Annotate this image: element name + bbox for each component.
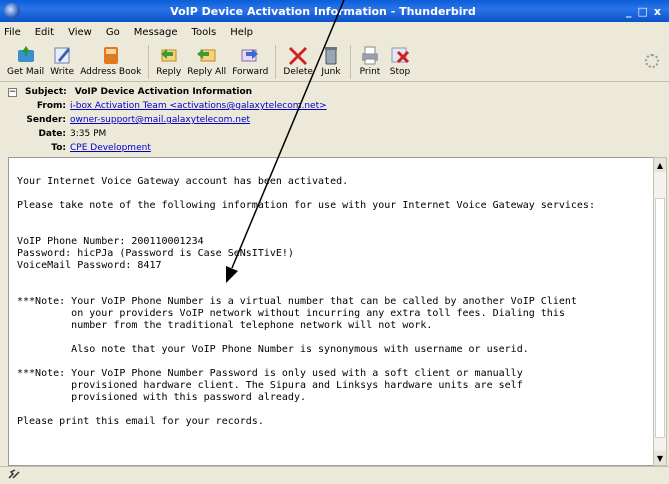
maximize-button[interactable]: □	[637, 5, 647, 18]
stop-icon	[388, 44, 412, 66]
scrollbar-thumb[interactable]	[655, 198, 665, 438]
message-body-text: Your Internet Voice Gateway account has …	[17, 176, 595, 427]
window-controls: _ □ x	[626, 5, 661, 18]
subject-value: VoIP Device Activation Information	[74, 87, 253, 97]
junk-button[interactable]: Junk	[316, 42, 346, 82]
print-button[interactable]: Print	[355, 42, 385, 82]
to-label: To:	[51, 143, 66, 153]
junk-label: Junk	[321, 67, 341, 77]
address-book-icon	[99, 44, 123, 66]
reply-all-icon	[195, 44, 219, 66]
forward-icon	[238, 44, 262, 66]
sender-row: Sender: owner-support@mail.galaxytelecom…	[0, 113, 669, 127]
collapse-header-toggle[interactable]: −	[8, 87, 17, 97]
message-body-pane[interactable]: Your Internet Voice Gateway account has …	[8, 157, 653, 466]
from-label: From:	[36, 101, 66, 111]
menu-edit[interactable]: Edit	[35, 27, 54, 38]
address-book-button[interactable]: Address Book	[77, 42, 144, 82]
scroll-up-button[interactable]: ▲	[654, 158, 666, 172]
print-icon	[358, 44, 382, 66]
sender-label: Sender:	[26, 115, 66, 125]
activity-throbber-icon	[645, 54, 659, 68]
stop-label: Stop	[389, 67, 411, 77]
reply-all-label: Reply All	[187, 67, 227, 77]
delete-label: Delete	[283, 67, 313, 77]
get-mail-button[interactable]: Get Mail	[4, 42, 47, 82]
menu-view[interactable]: View	[68, 27, 92, 38]
address-book-label: Address Book	[80, 67, 142, 77]
date-row: Date: 3:35 PM	[0, 127, 669, 141]
junk-icon	[319, 44, 343, 66]
print-label: Print	[359, 67, 381, 77]
write-button[interactable]: Write	[47, 42, 77, 82]
thunderbird-icon	[4, 3, 20, 19]
main-toolbar: Get Mail Write Address Book Reply Reply …	[0, 42, 669, 82]
menu-go[interactable]: Go	[106, 27, 120, 38]
forward-button[interactable]: Forward	[229, 42, 271, 82]
forward-label: Forward	[232, 67, 269, 77]
reply-button[interactable]: Reply	[153, 42, 184, 82]
vertical-scrollbar[interactable]: ▲ ▼	[653, 157, 667, 466]
message-header-pane: − Subject: VoIP Device Activation Inform…	[0, 83, 669, 157]
date-value: 3:35 PM	[70, 129, 107, 139]
to-row: To: CPE Development	[0, 141, 669, 155]
to-link[interactable]: CPE Development	[70, 143, 151, 153]
menu-message[interactable]: Message	[134, 27, 178, 38]
stop-button[interactable]: Stop	[385, 42, 415, 82]
toolbar-separator	[349, 45, 351, 79]
title-bar: VoIP Device Activation Information - Thu…	[0, 0, 669, 22]
from-row: From: i-box Activation Team <activations…	[0, 99, 669, 113]
delete-button[interactable]: Delete	[280, 42, 316, 82]
reply-all-button[interactable]: Reply All	[184, 42, 229, 82]
minimize-button[interactable]: _	[626, 5, 632, 18]
window-title: VoIP Device Activation Information - Thu…	[170, 4, 476, 18]
close-button[interactable]: x	[654, 5, 661, 18]
status-bar	[0, 466, 669, 484]
scroll-down-button[interactable]: ▼	[654, 451, 666, 465]
menu-bar: File Edit View Go Message Tools Help	[0, 22, 669, 42]
toolbar-separator	[275, 45, 277, 79]
write-icon	[50, 44, 74, 66]
menu-file[interactable]: File	[4, 27, 21, 38]
delete-icon	[286, 44, 310, 66]
reply-label: Reply	[156, 67, 182, 77]
toolbar-separator	[148, 45, 150, 79]
subject-row: − Subject: VoIP Device Activation Inform…	[0, 85, 669, 99]
get-mail-label: Get Mail	[7, 67, 45, 77]
from-link[interactable]: i-box Activation Team <activations@galax…	[70, 101, 327, 111]
menu-help[interactable]: Help	[230, 27, 253, 38]
reply-icon	[157, 44, 181, 66]
subject-label: Subject:	[25, 87, 67, 97]
offline-status-icon[interactable]	[8, 468, 20, 483]
sender-link[interactable]: owner-support@mail.galaxytelecom.net	[70, 115, 250, 125]
write-label: Write	[50, 67, 75, 77]
menu-tools[interactable]: Tools	[192, 27, 217, 38]
date-label: Date:	[38, 129, 66, 139]
get-mail-icon	[14, 44, 38, 66]
